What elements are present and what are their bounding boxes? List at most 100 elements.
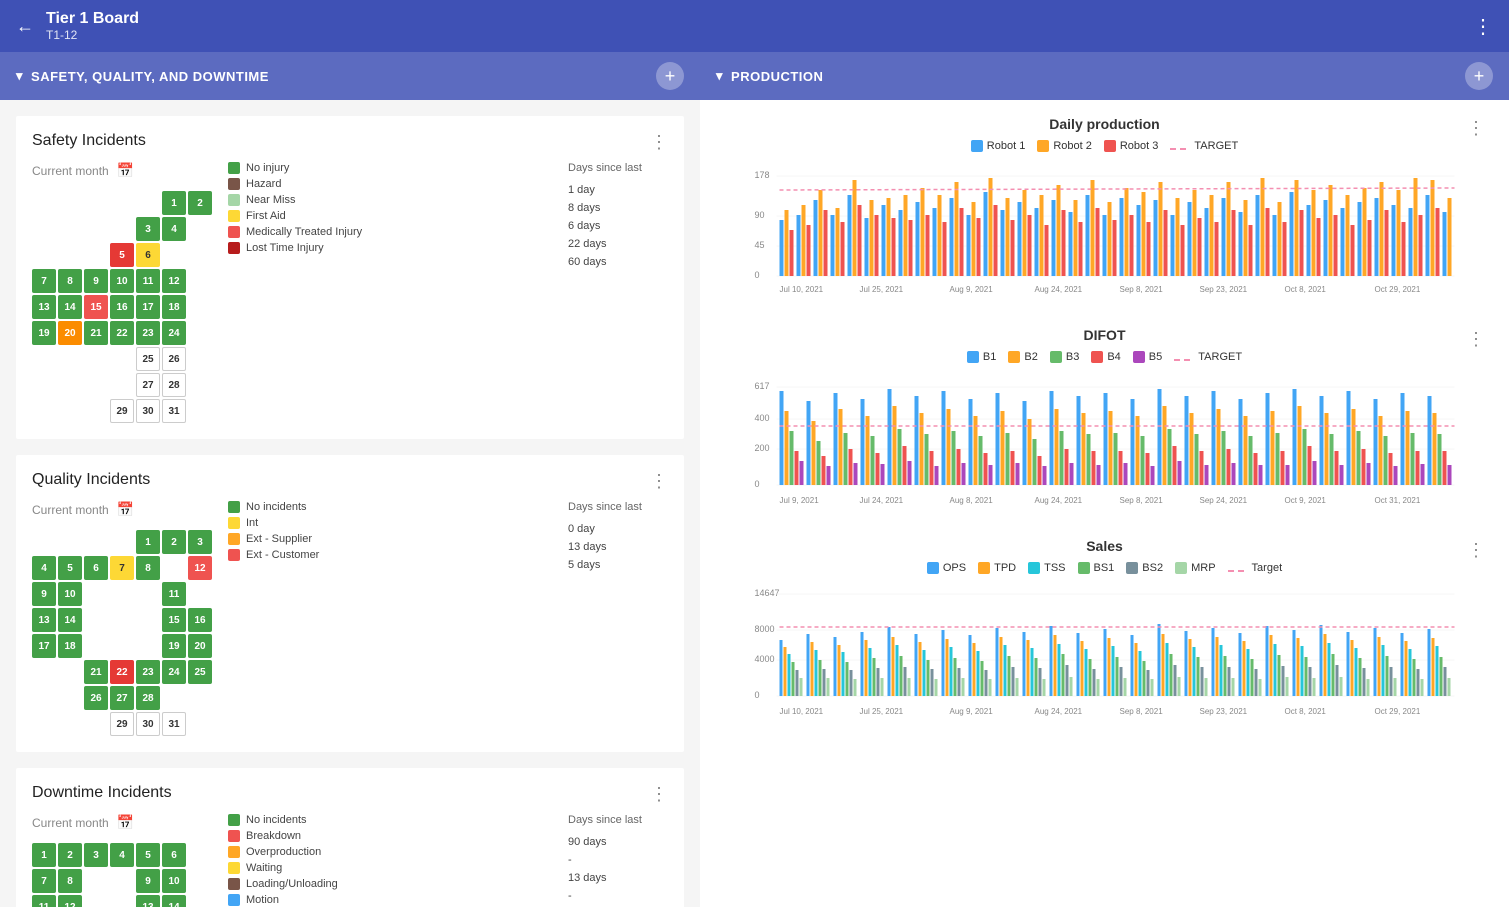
svg-text:Oct 29, 2021: Oct 29, 2021 <box>1375 707 1421 716</box>
downtime-legend: No incidents Breakdown Overproduction Wa… <box>228 814 552 907</box>
back-button[interactable]: ← <box>16 16 34 37</box>
cal-cell: 28 <box>162 373 186 397</box>
quality-more-button[interactable]: ⋮ <box>650 471 668 492</box>
svg-text:200: 200 <box>755 443 770 453</box>
svg-text:0: 0 <box>755 690 760 700</box>
cal-cell <box>58 347 82 371</box>
safety-title: Safety Incidents <box>32 132 146 150</box>
cal-cell <box>188 295 212 319</box>
top-menu-button[interactable]: ⋮ <box>1473 14 1493 39</box>
cal-cell <box>58 373 82 397</box>
cal-cell: 9 <box>84 269 108 293</box>
difot-chart-more[interactable]: ⋮ <box>1467 329 1485 350</box>
svg-text:Oct 31, 2021: Oct 31, 2021 <box>1375 496 1421 505</box>
cal-cell <box>32 347 56 371</box>
cal-cell: 15 <box>84 295 108 319</box>
cal-cell: 14 <box>58 295 82 319</box>
svg-text:Sep 23, 2021: Sep 23, 2021 <box>1200 285 1248 294</box>
svg-text:Oct 8, 2021: Oct 8, 2021 <box>1285 285 1327 294</box>
cal-cell: 4 <box>162 217 186 241</box>
sales-chart: 14647 8000 4000 0 <box>724 582 1485 722</box>
quality-calendar-icon[interactable]: 📅 <box>117 501 134 518</box>
svg-text:Aug 9, 2021: Aug 9, 2021 <box>950 707 994 716</box>
cal-cell: 7 <box>32 269 56 293</box>
cal-cell <box>188 243 212 267</box>
safety-legend: No injury Hazard Near Miss First Aid Med… <box>228 162 552 258</box>
safety-calendar-icon[interactable]: 📅 <box>117 162 134 179</box>
sales-chart-more[interactable]: ⋮ <box>1467 540 1485 561</box>
cal-cell <box>32 373 56 397</box>
svg-text:Sep 8, 2021: Sep 8, 2021 <box>1120 496 1164 505</box>
cal-cell <box>162 243 186 267</box>
cal-cell <box>188 373 212 397</box>
svg-text:Jul 9, 2021: Jul 9, 2021 <box>780 496 820 505</box>
difot-section: DIFOT ⋮ B1 B2 B3 B4 B5 TARGET 617 400 20 <box>724 327 1485 514</box>
sales-chart-legend: OPS TPD TSS BS1 BS2 MRP Target <box>724 562 1485 574</box>
svg-text:Oct 8, 2021: Oct 8, 2021 <box>1285 707 1327 716</box>
right-add-button[interactable]: + <box>1465 62 1493 90</box>
safety-block: Safety Incidents ⋮ Current month 📅 <box>16 116 684 439</box>
left-add-button[interactable]: + <box>656 62 684 90</box>
cal-cell <box>110 373 134 397</box>
cal-cell: 30 <box>136 399 160 423</box>
svg-text:45: 45 <box>755 240 765 250</box>
difot-chart-legend: B1 B2 B3 B4 B5 TARGET <box>724 351 1485 363</box>
board-subtitle: T1-12 <box>46 28 139 42</box>
svg-text:Jul 24, 2021: Jul 24, 2021 <box>860 496 904 505</box>
safety-month-label: Current month <box>32 164 109 178</box>
cal-cell <box>32 191 56 215</box>
cal-cell: 17 <box>136 295 160 319</box>
downtime-more-button[interactable]: ⋮ <box>650 784 668 805</box>
difot-chart: 617 400 200 0 <box>724 371 1485 511</box>
cal-cell: 26 <box>162 347 186 371</box>
svg-text:Jul 25, 2021: Jul 25, 2021 <box>860 285 904 294</box>
cal-cell: 27 <box>136 373 160 397</box>
svg-text:0: 0 <box>755 270 760 280</box>
cal-cell <box>84 191 108 215</box>
cal-cell <box>84 347 108 371</box>
sales-section: Sales ⋮ OPS TPD TSS BS1 BS2 MRP Target 1… <box>724 538 1485 725</box>
svg-text:Aug 24, 2021: Aug 24, 2021 <box>1035 285 1083 294</box>
top-bar: ← Tier 1 Board T1-12 ⋮ <box>0 0 1509 52</box>
quality-month-label: Current month <box>32 503 109 517</box>
safety-days-since: Days since last 1 day 8 days 6 days 22 d… <box>568 162 668 272</box>
downtime-title: Downtime Incidents <box>32 784 172 802</box>
quality-title: Quality Incidents <box>32 471 150 489</box>
cal-cell <box>58 191 82 215</box>
svg-text:617: 617 <box>755 381 770 391</box>
cal-cell <box>136 191 160 215</box>
safety-more-button[interactable]: ⋮ <box>650 132 668 153</box>
cal-cell: 3 <box>136 217 160 241</box>
cal-cell: 16 <box>110 295 134 319</box>
right-section-title: PRODUCTION <box>731 69 823 84</box>
svg-text:Sep 23, 2021: Sep 23, 2021 <box>1200 707 1248 716</box>
downtime-calendar-icon[interactable]: 📅 <box>117 814 134 831</box>
cal-cell: 24 <box>162 321 186 345</box>
daily-chart-title: Daily production <box>914 116 1295 132</box>
daily-chart-more[interactable]: ⋮ <box>1467 118 1485 139</box>
right-chevron-icon: ▾ <box>716 68 723 84</box>
svg-text:Sep 8, 2021: Sep 8, 2021 <box>1120 285 1164 294</box>
cal-cell: 13 <box>32 295 56 319</box>
daily-production-section: Daily production ⋮ Robot 1 Robot 2 Robot… <box>724 116 1485 303</box>
quality-calendar: Current month 📅 1 2 3 <box>32 501 212 736</box>
svg-text:Sep 8, 2021: Sep 8, 2021 <box>1120 707 1164 716</box>
cal-cell <box>32 243 56 267</box>
sales-chart-title: Sales <box>914 538 1295 554</box>
quality-legend: No incidents Int Ext - Supplier Ext - Cu… <box>228 501 552 565</box>
svg-text:8000: 8000 <box>755 624 775 634</box>
board-title: Tier 1 Board <box>46 10 139 28</box>
cal-cell: 21 <box>84 321 108 345</box>
svg-text:Aug 24, 2021: Aug 24, 2021 <box>1035 496 1083 505</box>
cal-cell <box>188 321 212 345</box>
cal-cell: 10 <box>110 269 134 293</box>
cal-cell: 20 <box>58 321 82 345</box>
cal-cell <box>58 217 82 241</box>
cal-cell <box>32 399 56 423</box>
svg-text:Oct 29, 2021: Oct 29, 2021 <box>1375 285 1421 294</box>
downtime-days-since: Days since last 90 days - 13 days - 85 d… <box>568 814 668 907</box>
left-section-title: SAFETY, QUALITY, AND DOWNTIME <box>31 69 269 84</box>
cal-cell <box>58 399 82 423</box>
cal-cell <box>32 217 56 241</box>
svg-text:Aug 24, 2021: Aug 24, 2021 <box>1035 707 1083 716</box>
